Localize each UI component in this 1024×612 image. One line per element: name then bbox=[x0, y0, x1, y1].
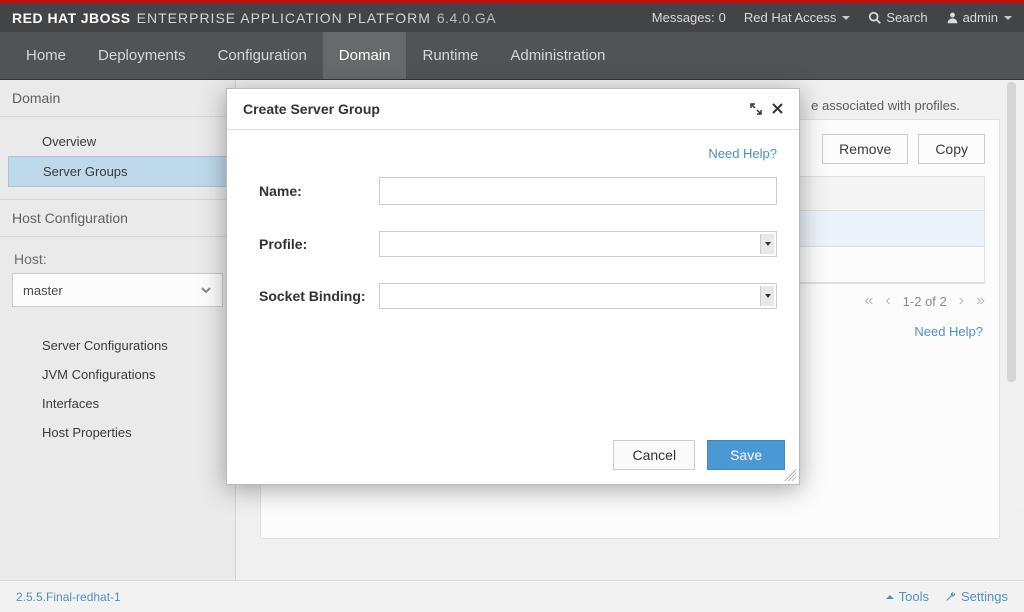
resize-grip[interactable] bbox=[784, 469, 796, 481]
form-row-socket: Socket Binding: bbox=[249, 283, 777, 309]
profile-label: Profile: bbox=[249, 236, 379, 252]
form-row-profile: Profile: bbox=[249, 231, 777, 257]
profile-select[interactable] bbox=[379, 231, 777, 257]
chevron-down-icon bbox=[760, 286, 774, 306]
socket-binding-select[interactable] bbox=[379, 283, 777, 309]
socket-label: Socket Binding: bbox=[249, 288, 379, 304]
name-label: Name: bbox=[249, 183, 379, 199]
expand-icon[interactable] bbox=[750, 103, 762, 115]
save-button[interactable]: Save bbox=[707, 440, 785, 470]
create-server-group-modal: Create Server Group Need Help? Name: Pro… bbox=[226, 88, 800, 485]
modal-help-row: Need Help? bbox=[249, 140, 777, 177]
form-row-name: Name: bbox=[249, 177, 777, 205]
modal-footer: Cancel Save bbox=[227, 430, 799, 484]
cancel-button[interactable]: Cancel bbox=[613, 440, 695, 470]
modal-body: Need Help? Name: Profile: Socket Binding… bbox=[227, 130, 799, 430]
modal-title: Create Server Group bbox=[243, 101, 380, 117]
close-icon[interactable] bbox=[772, 103, 783, 115]
modal-controls bbox=[750, 103, 783, 115]
name-input[interactable] bbox=[379, 177, 777, 205]
modal-need-help-link[interactable]: Need Help? bbox=[708, 146, 777, 161]
modal-header: Create Server Group bbox=[227, 89, 799, 130]
chevron-down-icon bbox=[760, 234, 774, 254]
